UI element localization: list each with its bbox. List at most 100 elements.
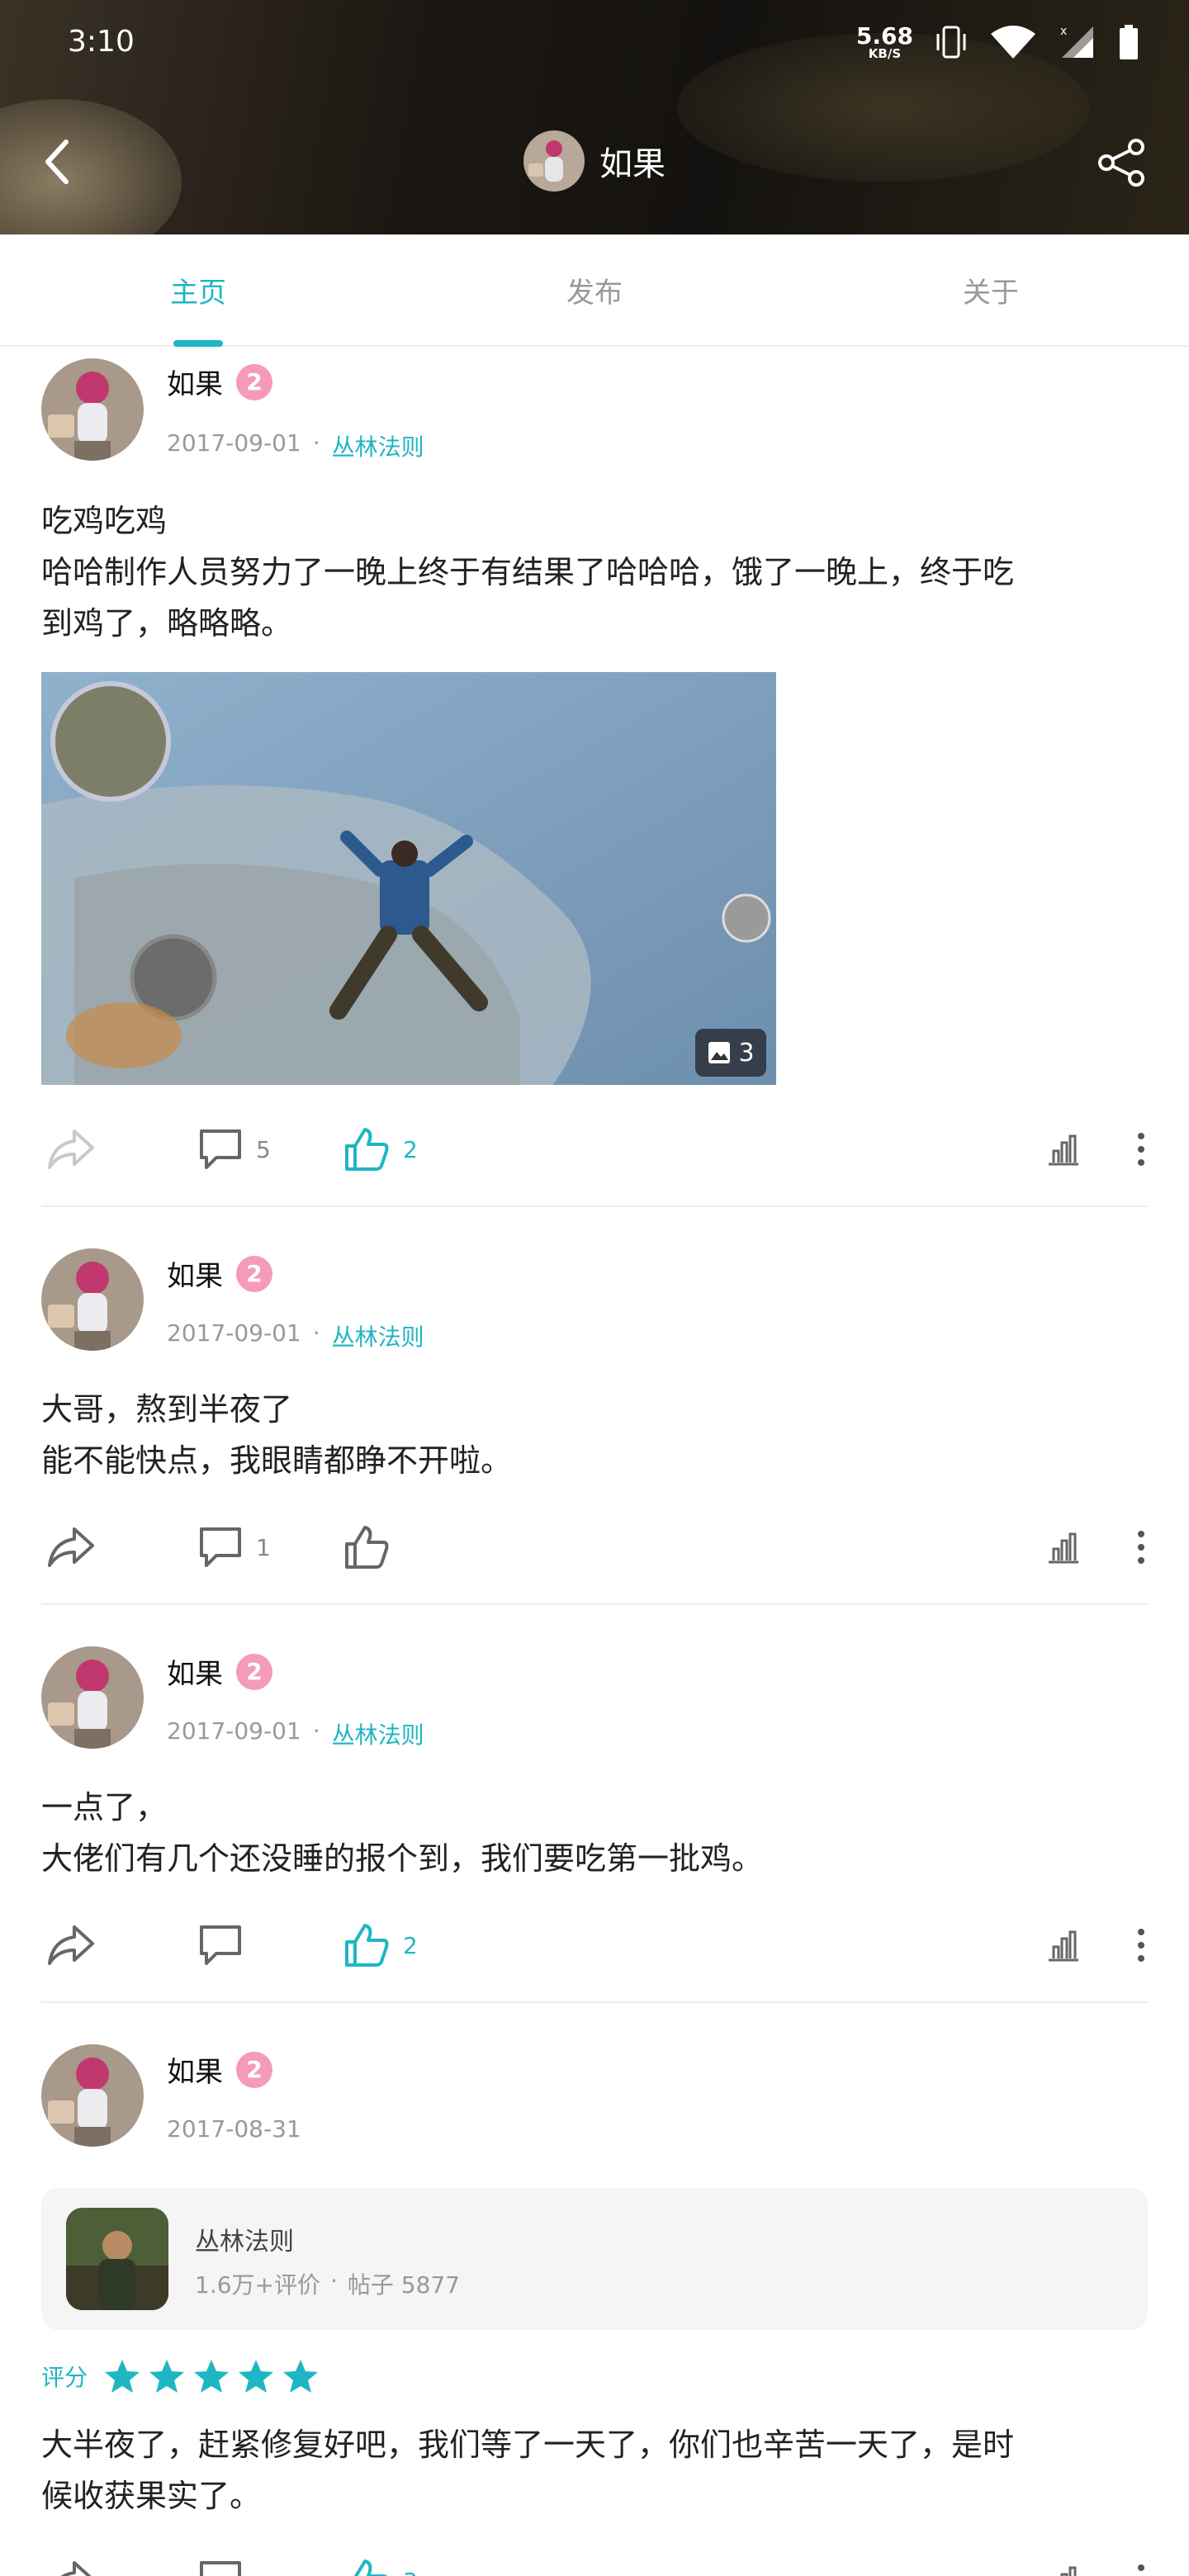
post-meta: 2017-09-01 · 丛林法则 [167,429,424,462]
post-author[interactable]: 如果 2 [167,2049,272,2090]
comment-count: 1 [256,1533,271,1561]
avatar[interactable] [41,1248,144,1351]
post-date: 2017-09-01 [167,429,301,457]
tab-label: 主页 [170,276,226,310]
tab-label: 关于 [963,276,1019,310]
post-author[interactable]: 如果 2 [167,362,272,402]
more-vertical-icon [1138,1929,1144,1962]
more-options-button[interactable] [1135,1529,1148,1565]
star-icon [194,2360,230,2393]
post-image[interactable]: 3 [41,672,776,1085]
more-options-button[interactable] [1135,1131,1148,1167]
image-count-badge: 3 [695,1029,766,1077]
share-action[interactable] [46,2558,96,2576]
comment-action[interactable] [198,2559,256,2576]
level-badge: 2 [236,2051,272,2088]
post-card[interactable]: 如果 2 2017-09-01 · 丛林法则 大哥，熬到半夜了 能不能快点，我眼… [41,1207,1148,1605]
post-text: 一点了， 大佬们有几个还没睡的报个到，我们要吃第一批鸡。 [41,1782,1148,1884]
meta-separator: · [312,429,320,457]
like-action[interactable] [343,1524,403,1570]
stats-action[interactable] [1045,2563,1082,2576]
post-actions: 1 [41,1514,1148,1580]
tab-label: 发布 [566,276,623,310]
comment-action[interactable]: 1 [198,1526,271,1569]
tab-posts[interactable]: 发布 [396,234,793,345]
post-count: 帖子 5877 [347,2271,461,2299]
battery-icon [1120,25,1138,59]
like-action[interactable]: 2 [343,1922,418,1968]
comment-action[interactable]: 5 [198,1128,271,1171]
post-date: 2017-09-01 [167,1319,301,1347]
comment-count: 5 [256,1135,271,1163]
share-button[interactable] [1093,134,1151,192]
image-icon [708,1042,731,1063]
thumbs-up-icon [347,2559,388,2576]
game-card[interactable]: 丛林法则 1.6万+评价 · 帖子 5877 [41,2188,1148,2330]
post-card[interactable]: 如果 2 2017-09-01 · 丛林法则 一点了， 大佬们有几个还没睡的报个… [41,1605,1148,2003]
comment-icon [200,1925,241,1965]
star-icon [105,2360,140,2393]
avatar[interactable] [41,1646,144,1749]
profile-header: 3:10 5.68 KB/S x 如果 [0,0,1189,234]
bar-chart-icon [1049,1134,1078,1166]
star-icon [149,2360,185,2393]
game-link[interactable]: 丛林法则 [332,1717,424,1750]
more-vertical-icon [1138,2564,1144,2571]
like-action[interactable]: 3 [343,2558,418,2576]
share-action[interactable] [46,1126,96,1172]
meta-separator: · [312,1717,320,1745]
forward-icon [60,2561,92,2576]
share-action[interactable] [46,1524,96,1570]
comment-icon [200,1527,241,1567]
post-card[interactable]: 如果 2 2017-08-31 丛林法则 1.6万+评价 · 帖子 5877 评… [41,2003,1148,2576]
more-options-button[interactable] [1135,1927,1148,1963]
image-count: 3 [738,1038,755,1068]
share-action[interactable] [46,1922,96,1968]
game-link[interactable]: 丛林法则 [332,429,424,462]
post-card[interactable]: 如果 2 2017-09-01 · 丛林法则 吃鸡吃鸡 哈哈制作人员努力了一晚上… [41,347,1148,1207]
more-options-button[interactable] [1135,2563,1148,2576]
tab-about[interactable]: 关于 [793,234,1189,345]
bar-chart-icon [1049,1532,1078,1564]
game-link[interactable]: 丛林法则 [332,1319,424,1352]
profile-tabs: 主页 发布 关于 [0,234,1189,347]
post-text: 大半夜了，赶紧修复好吧，我们等了一天了，你们也辛苦一天了，是时 候收获果实了。 [41,2419,1148,2522]
post-text-line: 大半夜了，赶紧修复好吧，我们等了一天了，你们也辛苦一天了，是时 [41,2427,1015,2463]
post-actions: 5 2 [41,1116,1148,1182]
thumbs-up-icon [345,1924,389,1967]
forward-icon [48,1527,94,1567]
avatar [523,130,585,192]
post-text-line: 候收获果实了。 [41,2478,262,2514]
more-vertical-icon [1138,1531,1144,1564]
post-feed: 如果 2 2017-09-01 · 丛林法则 吃鸡吃鸡 哈哈制作人员努力了一晚上… [0,347,1189,2576]
post-date: 2017-08-31 [167,2115,301,2143]
stats-action[interactable] [1045,1131,1082,1167]
network-speed: 5.68 KB/S [856,24,913,60]
tab-active-indicator [173,340,223,347]
game-screenshot-image [41,672,776,1085]
comment-action[interactable] [198,1924,256,1967]
author-name: 如果 [167,1260,223,1293]
forward-icon [48,1925,94,1965]
tab-home[interactable]: 主页 [0,234,396,347]
stats-action[interactable] [1045,1529,1082,1565]
post-author[interactable]: 如果 2 [167,1253,272,1294]
meta-separator: · [312,1319,320,1347]
stats-action[interactable] [1045,1927,1082,1963]
post-text-line: 大佬们有几个还没睡的报个到，我们要吃第一批鸡。 [41,1840,764,1877]
game-icon [66,2208,168,2310]
like-action[interactable]: 2 [343,1126,418,1172]
post-author[interactable]: 如果 2 [167,1651,272,1692]
like-count: 3 [403,2568,418,2576]
author-name: 如果 [167,2056,223,2089]
bar-chart-icon [1049,1930,1078,1962]
thumbs-up-icon [345,1526,389,1569]
avatar[interactable] [41,358,144,461]
level-badge: 2 [236,363,272,400]
cell-signal-icon: x [1060,25,1093,58]
avatar[interactable] [41,2044,144,2147]
star-icon [283,2360,319,2393]
post-text-line: 吃鸡吃鸡 [41,503,168,539]
post-actions: 2 [41,1912,1148,1978]
bar-chart-icon [1060,2566,1077,2576]
